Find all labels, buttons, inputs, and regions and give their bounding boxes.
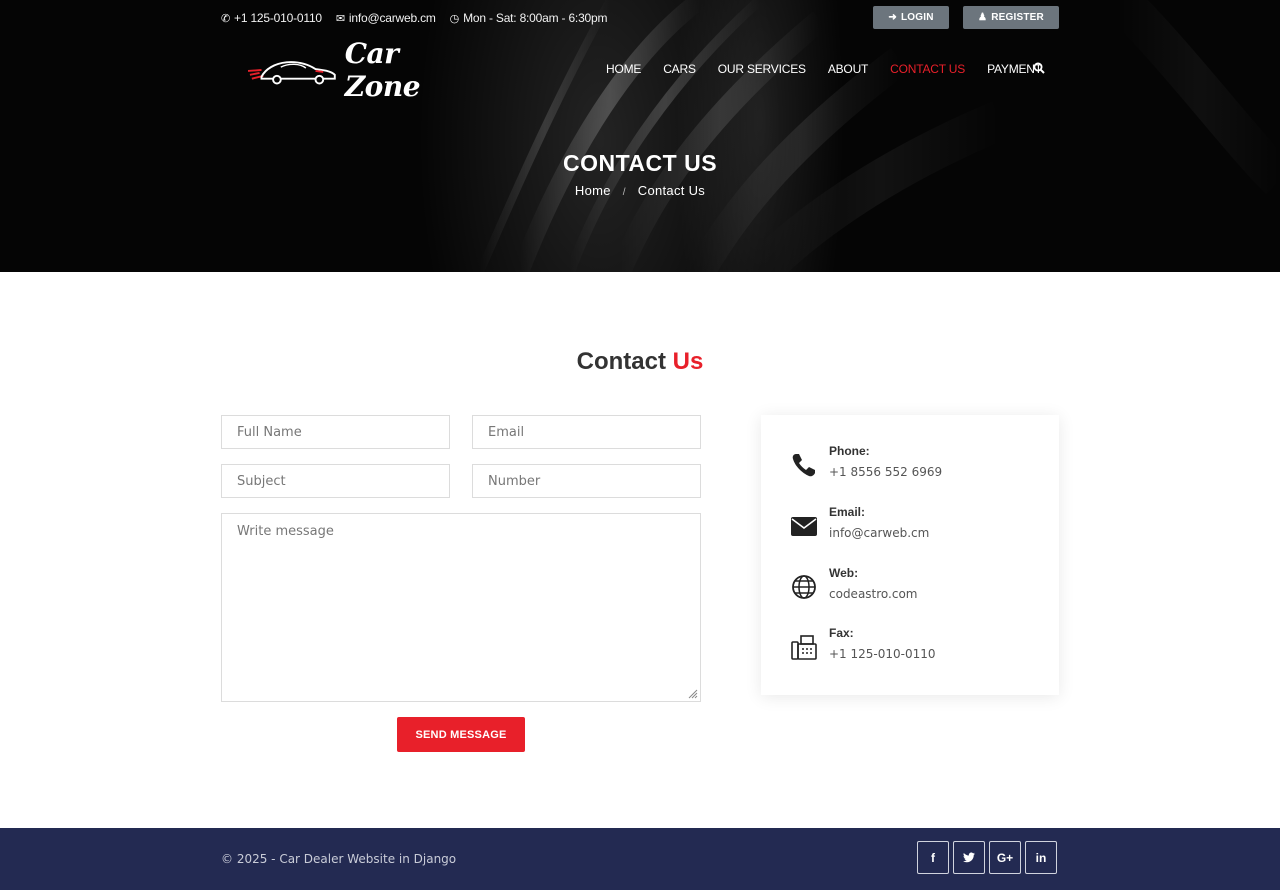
phone-icon — [792, 454, 815, 477]
nav-home[interactable]: HOME — [606, 62, 641, 76]
contact-email-label: Email: — [829, 505, 866, 519]
envelope-icon — [791, 517, 817, 536]
google-plus-icon: G+ — [996, 850, 1014, 865]
topbar-hours: ◷ Mon - Sat: 8:00am - 6:30pm — [449, 11, 608, 25]
brand-name: Car Zone — [344, 37, 421, 103]
login-button[interactable]: ➜ LOGIN — [873, 6, 949, 29]
car-logo-icon — [248, 61, 336, 85]
contact-web-label: Web: — [829, 566, 859, 580]
breadcrumb: Home / Contact Us — [0, 183, 1280, 198]
nav-our-services[interactable]: OUR SERVICES — [718, 62, 806, 76]
message-textarea[interactable]: Write message — [221, 513, 701, 702]
message-placeholder: Write message — [237, 524, 334, 539]
contact-fax: Fax: +1 125-010-0110 — [790, 626, 936, 661]
nav-cars[interactable]: CARS — [663, 62, 696, 76]
send-message-button[interactable]: SEND MESSAGE — [397, 717, 525, 752]
facebook-icon: f — [931, 850, 935, 865]
twitter-icon — [963, 852, 975, 863]
nav-about[interactable]: ABOUT — [828, 62, 869, 76]
breadcrumb-current: Contact Us — [637, 183, 706, 198]
hero-background-streaks — [476, 0, 1280, 272]
search-icon[interactable] — [1033, 61, 1045, 79]
contact-web-value[interactable]: codeastro.com — [829, 587, 918, 601]
envelope-icon: ✉ — [335, 12, 345, 25]
breadcrumb-home[interactable]: Home — [575, 183, 611, 198]
nav-contact-us[interactable]: CONTACT US — [890, 62, 965, 76]
linkedin-icon: in — [1035, 850, 1047, 865]
topbar-phone: ✆ +1 125-010-0110 — [221, 11, 322, 25]
linkedin-button[interactable]: in — [1025, 841, 1057, 874]
twitter-button[interactable] — [953, 841, 985, 874]
resize-handle-icon[interactable] — [688, 689, 698, 699]
number-input[interactable]: Number — [472, 464, 701, 498]
breadcrumb-separator: / — [622, 187, 626, 198]
section-title: Contact Us — [576, 348, 704, 375]
clock-icon: ◷ — [449, 12, 460, 25]
contact-email-value: info@carweb.cm — [829, 526, 930, 540]
hero-banner: ✆ +1 125-010-0110 ✉ info@carweb.cm ◷ Mon… — [0, 0, 1280, 272]
facebook-button[interactable]: f — [917, 841, 949, 874]
contact-fax-label: Fax: — [829, 626, 854, 640]
contact-fax-value: +1 125-010-0110 — [829, 647, 936, 661]
page-title: CONTACT US — [562, 150, 718, 176]
sign-in-icon: ➜ — [888, 12, 897, 23]
main-nav: HOME CARS OUR SERVICES ABOUT CONTACT US … — [606, 62, 1064, 76]
contact-info-card: Phone: +1 8556 552 6969 Email: info@carw… — [761, 415, 1059, 695]
subject-input[interactable]: Subject — [221, 464, 450, 498]
contact-phone-label: Phone: — [829, 444, 870, 458]
contact-phone-value: +1 8556 552 6969 — [829, 465, 943, 479]
topbar-email: ✉ info@carweb.cm — [335, 11, 436, 25]
globe-icon — [792, 575, 816, 599]
google-plus-button[interactable]: G+ — [989, 841, 1021, 874]
site-logo[interactable]: Car Zone — [248, 37, 478, 103]
register-button[interactable]: ♟ REGISTER — [963, 6, 1059, 29]
full-name-input[interactable]: Full Name — [221, 415, 450, 449]
email-input[interactable]: Email — [472, 415, 701, 449]
contact-email: Email: info@carweb.cm — [790, 505, 929, 540]
contact-web: Web: codeastro.com — [790, 566, 918, 601]
contact-phone: Phone: +1 8556 552 6969 — [790, 444, 942, 479]
copyright-text: © 2025 - Car Dealer Website in Django — [221, 852, 457, 866]
topbar-contact-info: ✆ +1 125-010-0110 ✉ info@carweb.cm ◷ Mon… — [221, 11, 607, 25]
phone-icon: ✆ — [221, 12, 231, 25]
fax-icon — [791, 635, 817, 660]
user-plus-icon: ♟ — [978, 12, 988, 23]
footer: © 2025 - Car Dealer Website in Django f … — [0, 828, 1280, 890]
